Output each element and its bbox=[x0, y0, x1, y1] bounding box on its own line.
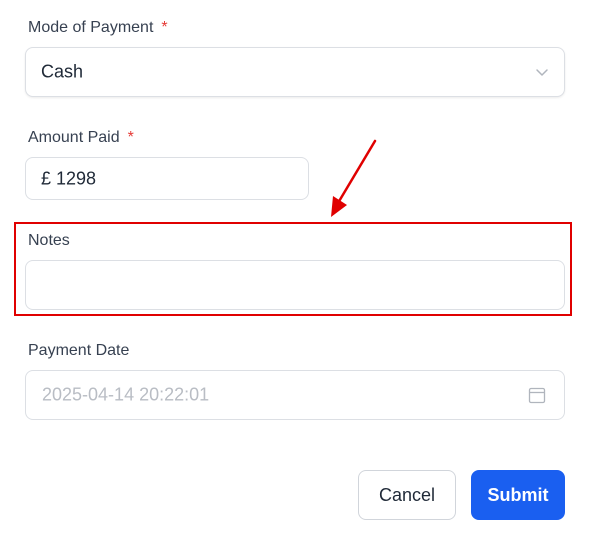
amount-paid-label-text: Amount Paid bbox=[28, 129, 120, 146]
amount-paid-value: £ 1298 bbox=[41, 168, 97, 188]
mode-of-payment-label-text: Mode of Payment bbox=[28, 19, 154, 36]
mode-of-payment-label: Mode of Payment * bbox=[28, 18, 168, 38]
notes-label: Notes bbox=[28, 232, 70, 249]
amount-paid-input[interactable]: £ 1298 bbox=[25, 157, 309, 200]
amount-paid-label: Amount Paid * bbox=[28, 128, 134, 148]
annotation-arrow-icon bbox=[331, 139, 377, 217]
payment-date-input[interactable]: 2025-04-14 20:22:01 bbox=[25, 370, 565, 420]
required-asterisk: * bbox=[161, 19, 168, 36]
chevron-down-icon bbox=[536, 69, 548, 76]
mode-of-payment-value: Cash bbox=[41, 61, 84, 82]
payment-date-label: Payment Date bbox=[28, 342, 130, 359]
calendar-icon[interactable] bbox=[528, 386, 546, 404]
cancel-button[interactable]: Cancel bbox=[358, 470, 456, 520]
notes-input[interactable] bbox=[25, 260, 565, 310]
required-asterisk: * bbox=[127, 129, 134, 146]
submit-button[interactable]: Submit bbox=[471, 470, 565, 520]
payment-date-placeholder: 2025-04-14 20:22:01 bbox=[42, 384, 210, 405]
mode-of-payment-select[interactable]: Cash bbox=[25, 47, 565, 97]
